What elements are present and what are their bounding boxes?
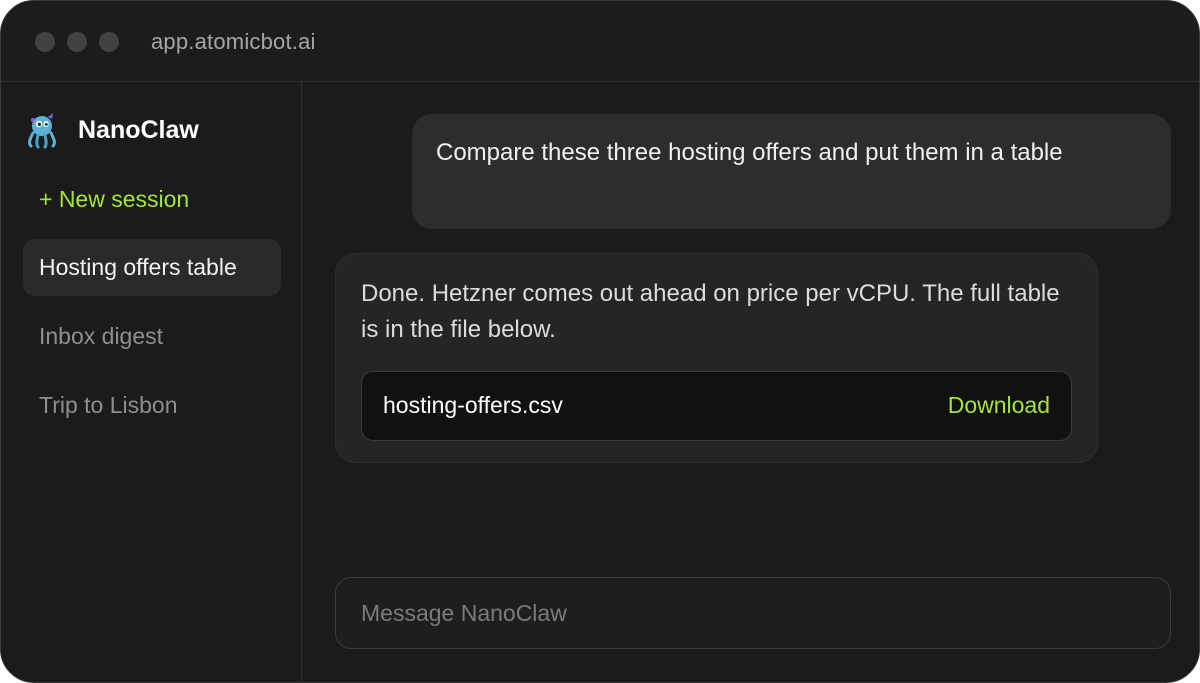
assistant-message-text: Done. Hetzner comes out ahead on price p…: [361, 280, 1060, 343]
user-message-bubble: Compare these three hosting offers and p…: [412, 114, 1171, 229]
message-input[interactable]: [336, 578, 1170, 648]
app-window: app.atomicbot.ai NanoClaw + New session …: [0, 0, 1200, 683]
address-url[interactable]: app.atomicbot.ai: [151, 29, 316, 55]
close-window-button[interactable]: [35, 32, 55, 52]
message-composer: [335, 577, 1171, 649]
session-item-inbox-digest[interactable]: Inbox digest: [23, 308, 281, 365]
title-bar: app.atomicbot.ai: [1, 1, 1199, 82]
minimize-window-button[interactable]: [67, 32, 87, 52]
session-item-hosting-offers-table[interactable]: Hosting offers table: [23, 239, 281, 296]
attachment-file-name: hosting-offers.csv: [383, 392, 563, 418]
brand-name: NanoClaw: [78, 116, 199, 144]
maximize-window-button[interactable]: [99, 32, 119, 52]
sidebar: NanoClaw + New session Hosting offers ta…: [1, 82, 302, 682]
octopus-logo-icon: [28, 113, 56, 149]
new-session-button[interactable]: + New session: [39, 186, 189, 213]
download-button[interactable]: Download: [948, 392, 1050, 419]
file-attachment-card: hosting-offers.csv Download: [361, 371, 1072, 441]
session-item-trip-to-lisbon[interactable]: Trip to Lisbon: [23, 377, 281, 434]
chat-panel: Compare these three hosting offers and p…: [302, 82, 1199, 682]
assistant-message-bubble: Done. Hetzner comes out ahead on price p…: [335, 253, 1098, 463]
